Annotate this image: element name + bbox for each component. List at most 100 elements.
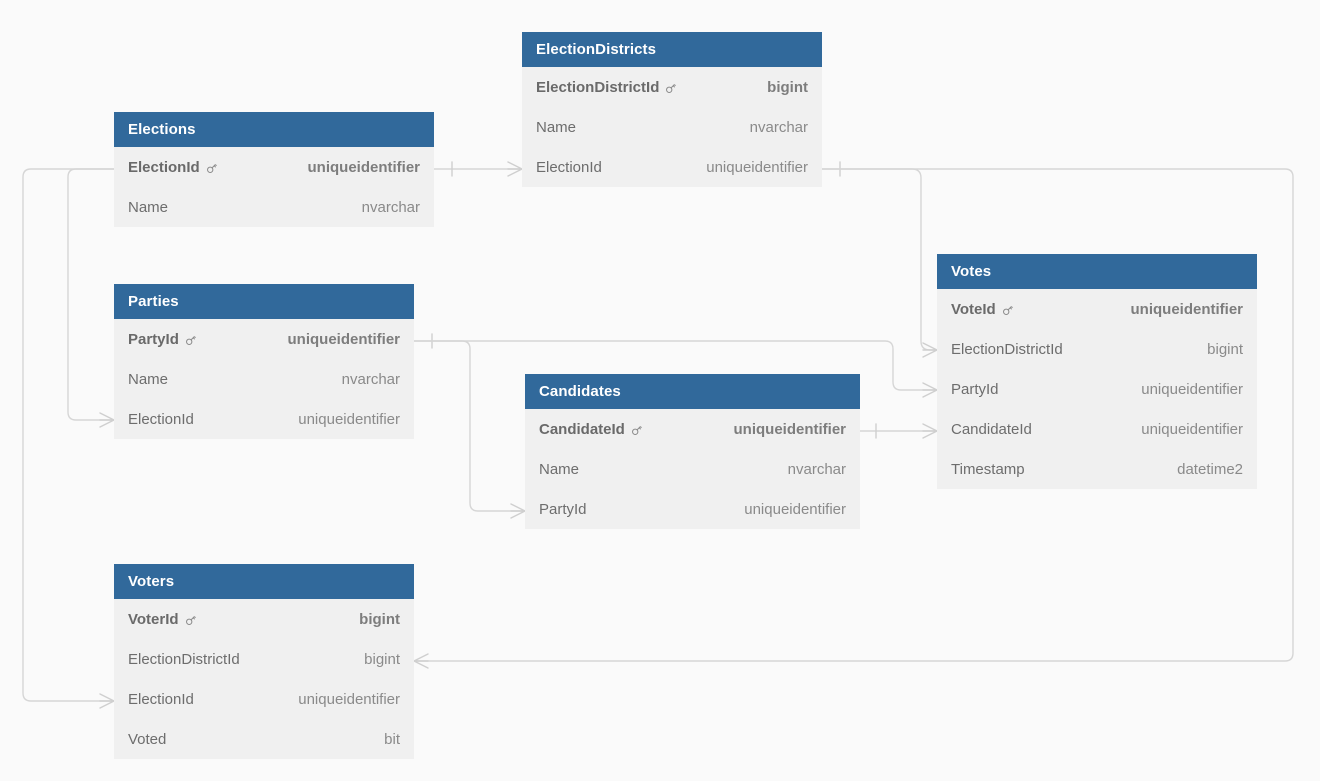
column-name: ElectionDistrictId [128, 650, 240, 668]
column-name-cell: ElectionId [128, 411, 194, 428]
column-row[interactable]: ElectionId uniqueidentifier [114, 399, 414, 439]
column-name: CandidateId [539, 420, 625, 438]
column-row[interactable]: ElectionDistrictId bigint [522, 67, 822, 107]
column-name: VoteId [951, 300, 996, 318]
column-row[interactable]: Name nvarchar [114, 359, 414, 399]
table-title-candidates: Candidates [525, 374, 860, 409]
column-row[interactable]: PartyId uniqueidentifier [114, 319, 414, 359]
column-name-cell: VoteId [951, 301, 1015, 318]
table-parties[interactable]: Parties PartyId uniqueidentifier Name nvarch… [114, 284, 414, 439]
column-type: uniqueidentifier [1130, 300, 1244, 318]
column-row[interactable]: ElectionId uniqueidentifier [114, 679, 414, 719]
table-columns-candidates: CandidateId uniqueidentifier Name nvarchar P… [525, 409, 860, 529]
column-type: uniqueidentifier [298, 690, 400, 708]
column-row[interactable]: ElectionDistrictId bigint [937, 329, 1257, 369]
table-title-elections: Elections [114, 112, 434, 147]
table-columns-voters: VoterId bigint ElectionDistrictId bigint Ele… [114, 599, 414, 759]
column-type: bigint [364, 650, 400, 668]
column-row[interactable]: Voted bit [114, 719, 414, 759]
key-icon [630, 423, 644, 437]
column-name: VoterId [128, 610, 179, 628]
table-title-electiondistricts: ElectionDistricts [522, 32, 822, 67]
table-columns-parties: PartyId uniqueidentifier Name nvarchar Elect… [114, 319, 414, 439]
column-row[interactable]: Name nvarchar [522, 107, 822, 147]
column-type: nvarchar [749, 118, 808, 136]
column-type: uniqueidentifier [706, 158, 808, 176]
column-type: nvarchar [361, 198, 420, 216]
column-name: Voted [128, 730, 167, 748]
table-title-votes: Votes [937, 254, 1257, 289]
column-type: bigint [767, 78, 808, 96]
table-columns-elections: ElectionId uniqueidentifier Name nvarchar [114, 147, 434, 227]
column-name: ElectionDistrictId [536, 78, 660, 96]
column-name-cell: Timestamp [951, 461, 1025, 478]
column-row[interactable]: ElectionId uniqueidentifier [114, 147, 434, 187]
column-row[interactable]: CandidateId uniqueidentifier [525, 409, 860, 449]
column-row[interactable]: Name nvarchar [114, 187, 434, 227]
column-type: uniqueidentifier [287, 330, 401, 348]
table-votes[interactable]: Votes VoteId uniqueidentifier ElectionDistr… [937, 254, 1257, 489]
column-name: ElectionDistrictId [951, 340, 1063, 358]
table-columns-votes: VoteId uniqueidentifier ElectionDistrictId… [937, 289, 1257, 489]
table-electiondistricts[interactable]: ElectionDistricts ElectionDistrictId bigin… [522, 32, 822, 187]
column-type: bigint [1207, 340, 1243, 358]
column-name-cell: Name [536, 119, 576, 136]
table-title-parties: Parties [114, 284, 414, 319]
column-type: uniqueidentifier [733, 420, 847, 438]
column-name: Name [536, 118, 577, 136]
column-row[interactable]: PartyId uniqueidentifier [525, 489, 860, 529]
column-type: nvarchar [787, 460, 846, 478]
table-voters[interactable]: Voters VoterId bigint ElectionDistrictId big… [114, 564, 414, 759]
connector-elections-voters [22, 168, 115, 709]
table-elections[interactable]: Elections ElectionId uniqueidentifier Name n… [114, 112, 434, 227]
key-icon [184, 333, 198, 347]
column-name-cell: Name [128, 371, 168, 388]
connector-parties-candidates [413, 333, 526, 519]
column-type: bit [384, 730, 400, 748]
column-name-cell: Voted [128, 731, 166, 748]
connector-electiondistricts-votes [821, 161, 938, 358]
column-type: datetime2 [1177, 460, 1243, 478]
column-name: PartyId [951, 380, 999, 398]
column-name-cell: ElectionId [128, 691, 194, 708]
connector-elections-electiondistricts [433, 161, 523, 177]
column-name-cell: ElectionId [128, 159, 219, 176]
column-type: uniqueidentifier [298, 410, 400, 428]
column-type: uniqueidentifier [1141, 420, 1243, 438]
column-name-cell: PartyId [951, 381, 999, 398]
column-name: Name [128, 370, 169, 388]
key-icon [1001, 303, 1015, 317]
column-type: bigint [359, 610, 400, 628]
key-icon [664, 81, 678, 95]
column-name: Timestamp [951, 460, 1025, 478]
column-row[interactable]: VoterId bigint [114, 599, 414, 639]
column-row[interactable]: Timestamp datetime2 [937, 449, 1257, 489]
column-name-cell: PartyId [128, 331, 198, 348]
key-icon [184, 613, 198, 627]
column-row[interactable]: PartyId uniqueidentifier [937, 369, 1257, 409]
connector-candidates-votes [859, 423, 938, 439]
column-row[interactable]: ElectionId uniqueidentifier [522, 147, 822, 187]
column-name: PartyId [128, 330, 179, 348]
column-row[interactable]: ElectionDistrictId bigint [114, 639, 414, 679]
table-title-voters: Voters [114, 564, 414, 599]
column-name-cell: Name [539, 461, 579, 478]
column-type: uniqueidentifier [1141, 380, 1243, 398]
column-name-cell: ElectionDistrictId [536, 79, 678, 96]
column-row[interactable]: Name nvarchar [525, 449, 860, 489]
column-row[interactable]: VoteId uniqueidentifier [937, 289, 1257, 329]
column-name-cell: CandidateId [539, 421, 644, 438]
schema-diagram-canvas: ElectionDistricts ElectionDistrictId bigin… [0, 0, 1320, 781]
connector-elections-parties [67, 168, 115, 428]
column-name: Name [128, 198, 169, 216]
column-name: ElectionId [536, 158, 602, 176]
column-name-cell: VoterId [128, 611, 198, 628]
table-candidates[interactable]: Candidates CandidateId uniqueidentifier Nam… [525, 374, 860, 529]
column-name-cell: ElectionDistrictId [951, 341, 1063, 358]
column-row[interactable]: CandidateId uniqueidentifier [937, 409, 1257, 449]
column-name: ElectionId [128, 410, 194, 428]
column-type: nvarchar [341, 370, 400, 388]
column-name: CandidateId [951, 420, 1032, 438]
column-name-cell: PartyId [539, 501, 587, 518]
table-columns-electiondistricts: ElectionDistrictId bigint Name nvarchar Elec… [522, 67, 822, 187]
